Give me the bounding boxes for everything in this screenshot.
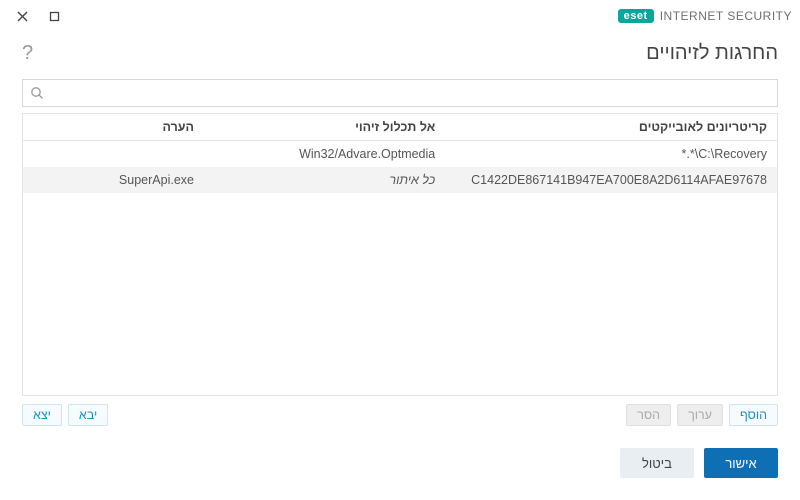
cell-criteria: *.*\C:\Recovery: [445, 141, 777, 167]
search-field[interactable]: [22, 79, 778, 107]
col-header-criteria[interactable]: קריטריונים לאובייקטים: [445, 114, 777, 140]
exclusions-table: קריטריונים לאובייקטים אל תכלול זיהוי הער…: [22, 113, 778, 396]
cell-criteria: C1422DE867141B947EA700E8A2D6114AFAE97678: [445, 167, 777, 193]
page-title: החרגות לזיהויים: [646, 42, 778, 65]
col-header-comment[interactable]: הערה: [23, 114, 204, 140]
remove-button[interactable]: הסר: [626, 404, 671, 426]
table-row[interactable]: *.*\C:\RecoveryWin32/Advare.Optmedia: [23, 141, 777, 167]
import-button[interactable]: יבא: [68, 404, 108, 426]
ok-button[interactable]: אישור: [704, 448, 778, 478]
brand-product: INTERNET SECURITY: [660, 9, 792, 23]
cell-detection: Win32/Advare.Optmedia: [204, 141, 445, 167]
toolbar: הוסף ערוך הסר יבא יצא: [22, 396, 778, 426]
cell-comment: [23, 141, 204, 167]
table-row[interactable]: C1422DE867141B947EA700E8A2D6114AFAE97678…: [23, 167, 777, 193]
edit-button[interactable]: ערוך: [677, 404, 723, 426]
search-icon: [23, 80, 51, 106]
dialog-footer: אישור ביטול: [0, 426, 800, 500]
cell-comment: SuperApi.exe: [23, 167, 204, 193]
brand: eset INTERNET SECURITY: [618, 9, 792, 23]
cancel-button[interactable]: ביטול: [620, 448, 694, 478]
col-header-detection[interactable]: אל תכלול זיהוי: [204, 114, 445, 140]
search-input[interactable]: [51, 80, 777, 106]
cell-detection: כל איתור: [204, 167, 445, 193]
help-icon[interactable]: ?: [22, 42, 33, 65]
export-button[interactable]: יצא: [22, 404, 62, 426]
close-icon[interactable]: [8, 4, 36, 28]
add-button[interactable]: הוסף: [729, 404, 778, 426]
maximize-icon[interactable]: [40, 4, 68, 28]
table-header: קריטריונים לאובייקטים אל תכלול זיהוי הער…: [23, 114, 777, 141]
brand-badge: eset: [618, 9, 654, 23]
